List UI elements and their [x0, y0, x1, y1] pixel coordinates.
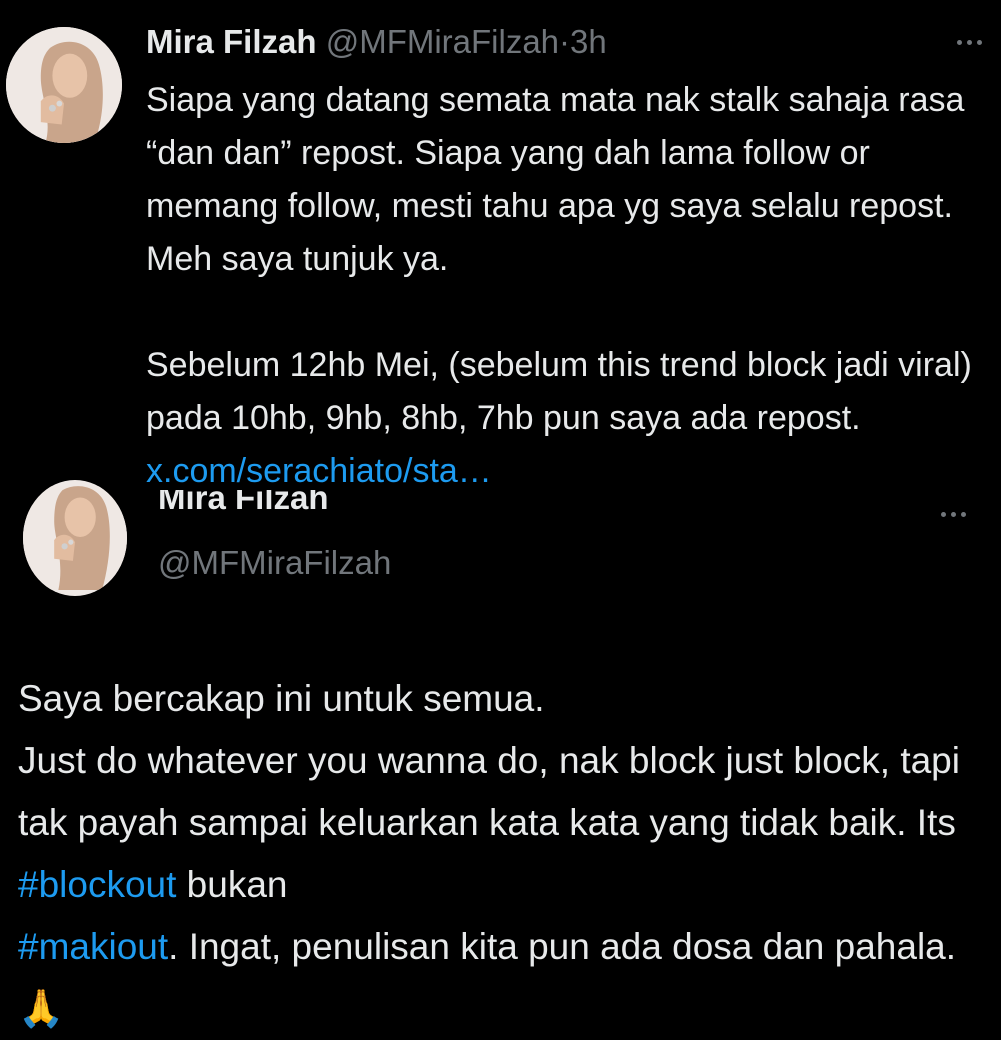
tweet-link[interactable]: x.com/serachiato/sta… — [146, 452, 492, 490]
tweet-text-body: Saya bercakap ini untuk semua. Just do w… — [18, 678, 960, 843]
tweet-text-body: . Ingat, penulisan kita pun ada dosa dan… — [168, 926, 967, 967]
dot — [961, 512, 966, 517]
tweet-text-body: Siapa yang datang semata mata nak stalk … — [146, 81, 972, 437]
tweet-header: Mira Filzah @MFMiraFilzah·3h — [146, 20, 607, 64]
hashtag-makiout[interactable]: #makiout — [18, 926, 168, 967]
separator-dot: · — [559, 23, 571, 60]
dot — [951, 512, 956, 517]
tweet-text-body: bukan — [186, 864, 288, 905]
dot — [967, 40, 972, 45]
ellipsis-icon[interactable] — [941, 512, 966, 517]
handle[interactable]: @MFMiraFilzah — [158, 541, 391, 585]
handle[interactable]: @MFMiraFilzah — [326, 23, 559, 60]
hashtag-blockout[interactable]: #blockout — [18, 864, 176, 905]
timestamp[interactable]: 3h — [570, 23, 607, 60]
tweet-text: Siapa yang datang semata mata nak stalk … — [146, 74, 986, 498]
tweet-text: Saya bercakap ini untuk semua. Just do w… — [18, 668, 988, 1040]
avatar[interactable] — [23, 480, 127, 596]
avatar-photo — [23, 486, 127, 590]
ellipsis-icon[interactable] — [957, 40, 982, 45]
dot — [977, 40, 982, 45]
display-name-container: Mira Filzah — [158, 490, 558, 532]
avatar[interactable] — [6, 27, 122, 143]
display-name[interactable]: Mira Filzah — [158, 490, 329, 520]
avatar-photo — [6, 27, 122, 143]
dot — [941, 512, 946, 517]
display-name[interactable]: Mira Filzah — [146, 23, 317, 60]
dot — [957, 40, 962, 45]
